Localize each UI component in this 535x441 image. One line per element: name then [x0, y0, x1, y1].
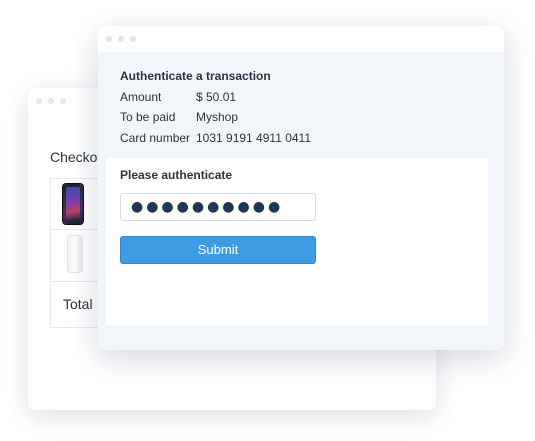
card-number-row: Card number 1031 9191 4911 0411	[120, 131, 311, 145]
submit-button[interactable]: Submit	[120, 236, 316, 264]
card-number-label: Card number	[120, 131, 191, 145]
window-dot-icon	[130, 36, 136, 42]
auth-heading: Authenticate a transaction	[120, 69, 271, 83]
total-label: Total	[63, 296, 93, 312]
payee-label: To be paid	[120, 110, 176, 124]
card-number-value: 1031 9191 4911 0411	[196, 131, 312, 145]
auth-prompt: Please authenticate	[120, 168, 233, 182]
window-dot-icon	[36, 98, 42, 104]
amount-value: $ 50.01	[196, 90, 237, 104]
auth-panel: Please authenticate ●●●●●●●●●● Submit	[106, 158, 488, 325]
window-dot-icon	[106, 36, 112, 42]
payee-value: Myshop	[196, 110, 239, 124]
amount-row: Amount $ 50.01	[120, 90, 236, 104]
payee-row: To be paid Myshop	[120, 110, 238, 124]
power-bank-image	[68, 236, 82, 272]
password-input[interactable]: ●●●●●●●●●●	[120, 193, 316, 221]
window-dot-icon	[60, 98, 66, 104]
window-dot-icon	[118, 36, 124, 42]
auth-window: Authenticate a transaction Amount $ 50.01…	[98, 26, 504, 350]
window-dot-icon	[48, 98, 54, 104]
amount-label: Amount	[120, 90, 162, 104]
auth-window-titlebar	[98, 26, 504, 52]
smartphone-image	[63, 184, 83, 224]
